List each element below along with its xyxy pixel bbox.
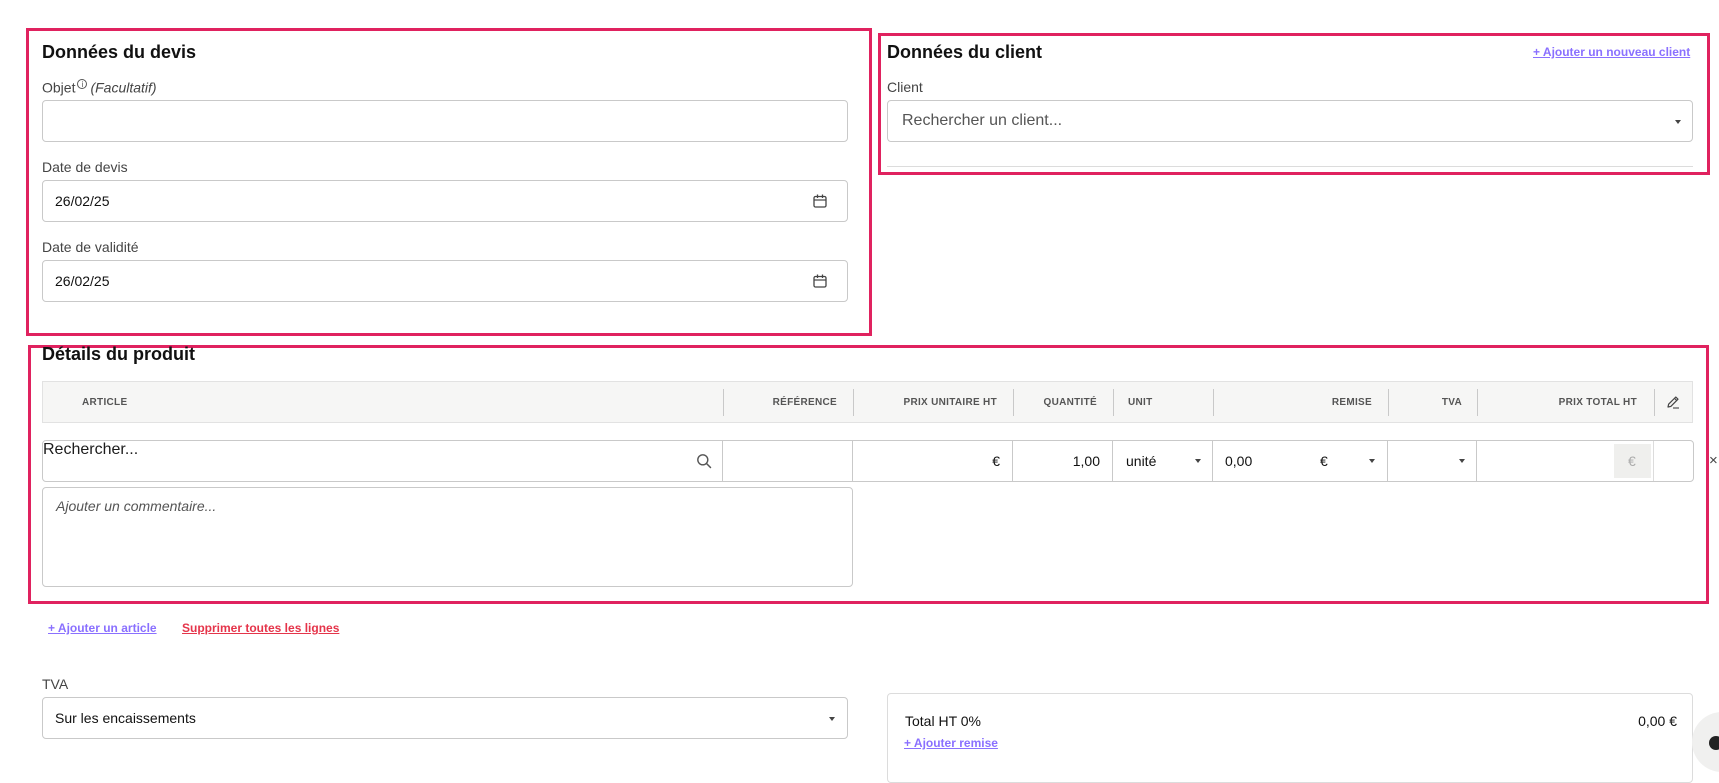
- col-separator: [1113, 389, 1114, 416]
- total-separator: [1653, 441, 1654, 481]
- article-search-input[interactable]: Rechercher...: [42, 440, 723, 482]
- vat-mode-value: Sur les encaissements: [55, 710, 196, 726]
- quote-date-input[interactable]: 26/02/25: [42, 180, 848, 222]
- col-separator: [1477, 389, 1478, 416]
- object-label-text: Objet: [42, 79, 76, 96]
- reference-input[interactable]: [722, 440, 853, 482]
- quantity-input[interactable]: 1,00: [1012, 440, 1113, 482]
- discount-value: 0,00: [1225, 453, 1253, 469]
- col-discount: REMISE: [1331, 397, 1372, 408]
- total-price-field: €: [1476, 440, 1694, 482]
- quote-data-title: Données du devis: [42, 42, 197, 62]
- col-separator: [1654, 389, 1655, 416]
- total-ht-label: Total HT 0%: [905, 713, 981, 729]
- validity-date-value: 26/02/25: [55, 273, 110, 289]
- object-optional-text: (Facultatif): [90, 79, 157, 96]
- calendar-icon[interactable]: [813, 194, 827, 208]
- chevron-down-icon: [1195, 459, 1201, 463]
- comment-input[interactable]: Ajouter un commentaire...: [42, 487, 853, 587]
- validity-date-label: Date de validité: [42, 239, 139, 255]
- object-label: Objet i (Facultatif): [42, 79, 157, 96]
- validity-date-input[interactable]: 26/02/25: [42, 260, 848, 302]
- col-separator: [1388, 389, 1389, 416]
- delete-all-lines-link[interactable]: Supprimer toutes les lignes: [182, 621, 339, 635]
- client-search-placeholder: Rechercher un client...: [902, 112, 1063, 129]
- chevron-down-icon: [1459, 459, 1465, 463]
- client-label: Client: [887, 79, 923, 95]
- col-unit-price: PRIX UNITAIRE HT: [903, 397, 997, 408]
- quantity-value: 1,00: [1072, 453, 1100, 469]
- client-data-title: Données du client: [887, 42, 1043, 62]
- article-search-placeholder: Rechercher...: [43, 441, 139, 458]
- col-article: ARTICLE: [82, 397, 128, 408]
- col-separator: [1013, 389, 1014, 416]
- vat-label: TVA: [42, 676, 69, 692]
- object-input[interactable]: [42, 100, 848, 142]
- price-currency: €: [992, 453, 1000, 469]
- col-vat: TVA: [1441, 397, 1462, 408]
- unit-price-input[interactable]: €: [852, 440, 1013, 482]
- chevron-down-icon: [829, 717, 835, 721]
- client-divider: [887, 166, 1693, 167]
- discount-input[interactable]: 0,00 €: [1212, 440, 1388, 482]
- comment-placeholder: Ajouter un commentaire...: [56, 498, 217, 514]
- product-table-header: ARTICLE RÉFÉRENCE PRIX UNITAIRE HT QUANT…: [42, 381, 1693, 423]
- quote-date-value: 26/02/25: [55, 193, 110, 209]
- search-icon[interactable]: [696, 453, 712, 469]
- add-article-link[interactable]: + Ajouter un article: [48, 621, 157, 635]
- add-discount-link[interactable]: + Ajouter remise: [904, 736, 998, 750]
- col-quantity: QUANTITÉ: [1043, 397, 1097, 408]
- chat-icon: [1709, 736, 1719, 750]
- add-client-link[interactable]: + Ajouter un nouveau client: [1533, 45, 1690, 59]
- chat-widget-button[interactable]: [1692, 712, 1719, 772]
- col-unit: UNIT: [1128, 397, 1153, 408]
- chevron-down-icon: [1675, 120, 1681, 124]
- product-details-title: Détails du produit: [42, 344, 195, 364]
- chevron-down-icon[interactable]: [1369, 459, 1375, 463]
- col-separator: [723, 389, 724, 416]
- client-search-select[interactable]: Rechercher un client...: [887, 100, 1693, 142]
- unit-select[interactable]: unité: [1112, 440, 1213, 482]
- vat-mode-select[interactable]: Sur les encaissements: [42, 697, 848, 739]
- close-icon[interactable]: ×: [1709, 452, 1718, 469]
- unit-value: unité: [1126, 453, 1157, 469]
- total-ht-value: 0,00 €: [1638, 713, 1677, 729]
- calendar-icon[interactable]: [813, 274, 827, 288]
- vat-select[interactable]: [1387, 440, 1477, 482]
- col-reference: RÉFÉRENCE: [772, 397, 837, 408]
- total-currency: €: [1628, 453, 1636, 469]
- info-icon[interactable]: i: [77, 79, 88, 89]
- quote-date-label: Date de devis: [42, 159, 128, 175]
- col-total: PRIX TOTAL HT: [1558, 397, 1637, 408]
- discount-currency[interactable]: €: [1320, 453, 1328, 469]
- col-separator: [853, 389, 854, 416]
- edit-icon[interactable]: [1666, 395, 1680, 409]
- col-separator: [1213, 389, 1214, 416]
